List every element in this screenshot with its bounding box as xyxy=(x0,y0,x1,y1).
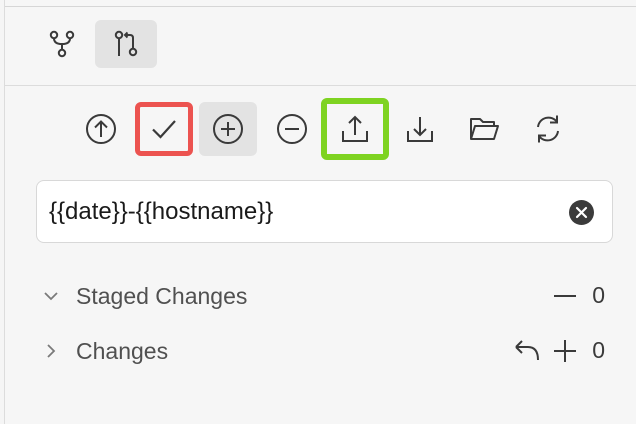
close-icon xyxy=(575,206,588,219)
upload-icon xyxy=(342,115,368,142)
push-button[interactable] xyxy=(72,102,130,156)
staged-changes-actions: 0 xyxy=(550,282,605,309)
unstage-all-icon[interactable] xyxy=(550,283,580,309)
unstage-all-button[interactable] xyxy=(263,102,321,156)
arrow-up-circle-icon xyxy=(86,114,116,144)
changes-label: Changes xyxy=(76,338,169,364)
open-repository-button[interactable] xyxy=(455,102,513,156)
staged-changes-count: 0 xyxy=(592,282,605,308)
source-control-panel: Staged Changes 0 Changes 0 xyxy=(4,0,636,424)
graph-view-button[interactable] xyxy=(31,20,93,68)
minus-circle-icon xyxy=(277,114,307,144)
changes-group[interactable]: Changes 0 xyxy=(5,331,636,371)
commit-button[interactable] xyxy=(135,102,193,156)
chevron-down-icon xyxy=(44,292,58,301)
staged-changes-group[interactable]: Staged Changes 0 xyxy=(5,276,636,316)
refresh-button[interactable] xyxy=(519,102,577,156)
clear-input-button[interactable] xyxy=(569,200,594,225)
checkmark-icon xyxy=(152,120,176,139)
folder-open-icon xyxy=(470,118,499,140)
scm-toolbar xyxy=(5,98,636,160)
staged-changes-label: Staged Changes xyxy=(76,283,248,309)
pull-request-icon xyxy=(114,30,138,57)
source-control-graph-icon xyxy=(49,30,75,58)
view-switcher xyxy=(5,18,636,74)
publish-button[interactable] xyxy=(321,98,389,160)
download-icon xyxy=(407,117,433,142)
changes-count: 0 xyxy=(592,337,605,363)
commit-message-input[interactable] xyxy=(49,181,559,242)
plus-circle-icon xyxy=(213,114,243,144)
chevron-right-icon xyxy=(47,344,56,358)
divider xyxy=(5,85,636,86)
top-border xyxy=(5,6,636,7)
discard-all-icon[interactable] xyxy=(512,338,542,364)
pull-button[interactable] xyxy=(391,102,449,156)
pull-request-view-button[interactable] xyxy=(95,20,157,68)
stage-all-button[interactable] xyxy=(199,102,257,156)
changes-actions: 0 xyxy=(512,337,605,364)
commit-message-box xyxy=(36,180,613,243)
stage-all-icon[interactable] xyxy=(550,338,580,364)
refresh-icon xyxy=(537,115,559,143)
